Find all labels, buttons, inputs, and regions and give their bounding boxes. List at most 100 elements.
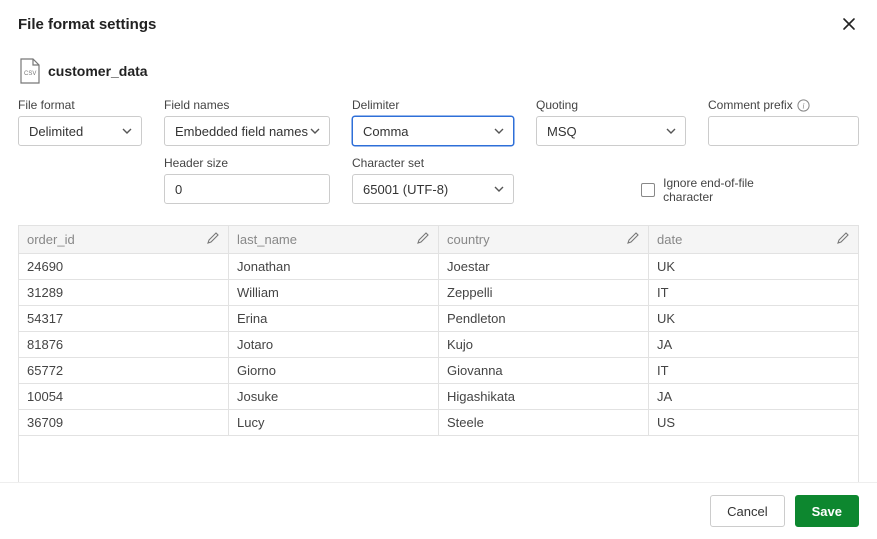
- quoting-value: MSQ: [547, 124, 577, 139]
- comment-prefix-group: Comment prefix i: [708, 98, 859, 146]
- table-row: 24690JonathanJoestarUK: [19, 254, 859, 280]
- dialog-header: File format settings: [0, 0, 877, 44]
- comment-prefix-label-text: Comment prefix: [708, 98, 793, 112]
- column-name: last_name: [237, 232, 297, 247]
- table-cell: 54317: [19, 306, 229, 332]
- table-cell: Zeppelli: [439, 280, 649, 306]
- delimiter-group: Delimiter Comma: [352, 98, 514, 146]
- file-format-settings-dialog: File format settings CSV customer_data F…: [0, 0, 877, 539]
- save-button[interactable]: Save: [795, 495, 859, 527]
- form-row-2: Header size 0 Character set 65001 (UTF-8…: [18, 156, 859, 205]
- column-header[interactable]: date: [649, 226, 859, 254]
- table-row: 10054JosukeHigashikataJA: [19, 384, 859, 410]
- table-cell: IT: [649, 280, 859, 306]
- field-names-select[interactable]: Embedded field names: [164, 116, 330, 146]
- csv-file-icon: CSV: [18, 58, 40, 84]
- comment-prefix-input[interactable]: [708, 116, 859, 146]
- form-spacer: [18, 156, 142, 205]
- table-cell: Pendleton: [439, 306, 649, 332]
- field-names-value: Embedded field names: [175, 124, 308, 139]
- chevron-down-icon: [309, 125, 321, 137]
- column-header[interactable]: order_id: [19, 226, 229, 254]
- file-format-select[interactable]: Delimited: [18, 116, 142, 146]
- charset-label: Character set: [352, 156, 514, 170]
- table-empty-row: [19, 436, 859, 483]
- table-cell: Erina: [229, 306, 439, 332]
- table-cell: UK: [649, 254, 859, 280]
- pencil-icon[interactable]: [206, 231, 220, 248]
- file-format-group: File format Delimited: [18, 98, 142, 146]
- table-cell: JA: [649, 332, 859, 358]
- svg-text:i: i: [802, 101, 804, 110]
- ignore-eof-checkbox[interactable]: [641, 183, 655, 197]
- file-name: customer_data: [48, 63, 148, 79]
- column-name: country: [447, 232, 490, 247]
- table-cell: Josuke: [229, 384, 439, 410]
- table-cell: William: [229, 280, 439, 306]
- table-cell: US: [649, 410, 859, 436]
- comment-prefix-label: Comment prefix i: [708, 98, 859, 112]
- table-cell: JA: [649, 384, 859, 410]
- column-header[interactable]: country: [439, 226, 649, 254]
- ignore-eof-group: Ignore end-of-filecharacter: [536, 156, 859, 205]
- info-icon[interactable]: i: [797, 99, 810, 112]
- charset-select[interactable]: 65001 (UTF-8): [352, 174, 514, 204]
- ignore-eof-label: Ignore end-of-filecharacter: [663, 176, 754, 205]
- table-cell: 65772: [19, 358, 229, 384]
- chevron-down-icon: [493, 183, 505, 195]
- table-cell: 36709: [19, 410, 229, 436]
- table-cell: 24690: [19, 254, 229, 280]
- table-cell: Giovanna: [439, 358, 649, 384]
- file-format-label: File format: [18, 98, 142, 112]
- charset-group: Character set 65001 (UTF-8): [352, 156, 514, 205]
- table-cell: Kujo: [439, 332, 649, 358]
- form-area: File format Delimited Field names Embedd…: [0, 92, 877, 215]
- table-row: 31289WilliamZeppelliIT: [19, 280, 859, 306]
- table-cell: Jonathan: [229, 254, 439, 280]
- cancel-button[interactable]: Cancel: [710, 495, 784, 527]
- pencil-icon[interactable]: [626, 231, 640, 248]
- quoting-select[interactable]: MSQ: [536, 116, 686, 146]
- charset-value: 65001 (UTF-8): [363, 182, 448, 197]
- table-cell: Lucy: [229, 410, 439, 436]
- table-cell: IT: [649, 358, 859, 384]
- table-cell: UK: [649, 306, 859, 332]
- file-row: CSV customer_data: [0, 44, 877, 92]
- delimiter-select[interactable]: Comma: [352, 116, 514, 146]
- table-row: 36709LucySteeleUS: [19, 410, 859, 436]
- preview-table: order_id last_name: [18, 225, 859, 482]
- close-icon: [841, 16, 857, 32]
- table-cell: Steele: [439, 410, 649, 436]
- pencil-icon[interactable]: [416, 231, 430, 248]
- header-size-label: Header size: [164, 156, 330, 170]
- table-cell: 10054: [19, 384, 229, 410]
- column-name: date: [657, 232, 682, 247]
- table-cell: Jotaro: [229, 332, 439, 358]
- header-size-input[interactable]: 0: [164, 174, 330, 204]
- table-cell: Giorno: [229, 358, 439, 384]
- dialog-footer: Cancel Save: [0, 482, 877, 539]
- file-format-value: Delimited: [29, 124, 83, 139]
- delimiter-value: Comma: [363, 124, 409, 139]
- chevron-down-icon: [121, 125, 133, 137]
- table-row: 65772GiornoGiovannaIT: [19, 358, 859, 384]
- ignore-eof-checkbox-row[interactable]: Ignore end-of-filecharacter: [641, 175, 754, 205]
- quoting-group: Quoting MSQ: [536, 98, 686, 146]
- preview-table-wrap: order_id last_name: [0, 215, 877, 482]
- header-size-group: Header size 0: [164, 156, 330, 205]
- table-cell: Joestar: [439, 254, 649, 280]
- pencil-icon[interactable]: [836, 231, 850, 248]
- chevron-down-icon: [493, 125, 505, 137]
- dialog-title: File format settings: [18, 16, 156, 33]
- table-cell: 81876: [19, 332, 229, 358]
- column-name: order_id: [27, 232, 75, 247]
- column-header[interactable]: last_name: [229, 226, 439, 254]
- svg-text:CSV: CSV: [24, 71, 36, 77]
- table-row: 81876JotaroKujoJA: [19, 332, 859, 358]
- close-button[interactable]: [839, 14, 859, 34]
- table-cell: 31289: [19, 280, 229, 306]
- chevron-down-icon: [665, 125, 677, 137]
- delimiter-label: Delimiter: [352, 98, 514, 112]
- table-row: 54317ErinaPendletonUK: [19, 306, 859, 332]
- field-names-label: Field names: [164, 98, 330, 112]
